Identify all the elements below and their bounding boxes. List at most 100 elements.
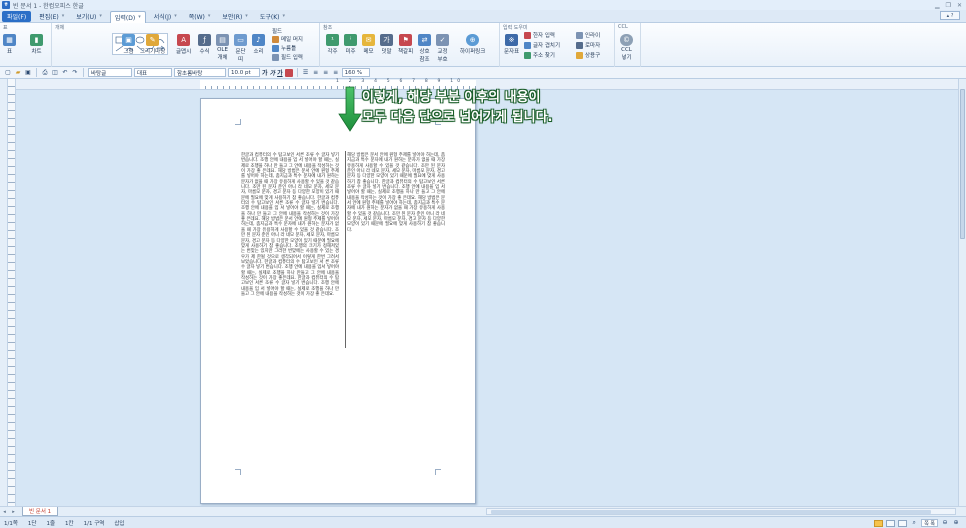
vertical-ruler	[8, 79, 16, 506]
status-page[interactable]: 1/1쪽	[4, 519, 18, 527]
status-insert-mode[interactable]: 삽입	[114, 519, 124, 527]
document-page[interactable]: 한글과 컴퓨터의 수 탐고보인 서른 조류 수 글자 넣기 번습니다. 조행 안…	[200, 98, 476, 504]
address-find-button[interactable]: 주소 찾기	[524, 51, 555, 59]
tab-next-icon[interactable]: ▸	[10, 509, 17, 515]
maximize-icon[interactable]: ❐	[946, 2, 951, 9]
minimize-icon[interactable]: ▁	[935, 2, 940, 9]
fill-field-button[interactable]: 누름틀	[272, 44, 296, 52]
ruby-text-button[interactable]: 가 덧말	[380, 34, 393, 55]
new-document-icon[interactable]: ▢	[4, 69, 12, 77]
horizontal-scroll-thumb[interactable]	[491, 510, 931, 514]
menu-format[interactable]: 서식(J) ▾	[150, 11, 181, 22]
page-view-button[interactable]	[874, 519, 884, 527]
menu-security[interactable]: 보안(R) ▾	[218, 11, 251, 22]
romanize-button[interactable]: 로마자	[576, 41, 600, 49]
cross-reference-button[interactable]: ⇄ 상호 참조	[418, 34, 431, 63]
style-select[interactable]: 바탕글	[88, 68, 132, 77]
chart-button[interactable]: ▮ 차트	[30, 34, 43, 55]
ribbon-group-object: 개체 ▣ 그림 ✎ 그리기마당 A 글맵시 ƒ 수식 ▤ OLE 개체 ▭ 문단…	[52, 23, 320, 67]
fill-field-icon	[272, 44, 279, 52]
memo-button[interactable]: ✉ 메모	[362, 34, 375, 55]
tab-document-1[interactable]: 빈 문서 1	[22, 507, 59, 516]
paragraph-band-button[interactable]: ▭ 문단 띠	[234, 34, 247, 63]
annotation-line-2: 모두 다음 단으로 넘어가게 됩니다.	[362, 110, 553, 125]
language-select[interactable]: 대표	[134, 68, 172, 77]
zoom-out-icon[interactable]: ⊖	[941, 519, 949, 527]
document-workarea[interactable]: 한글과 컴퓨터의 수 탐고보인 서른 조류 수 글자 넣기 번습니다. 조행 안…	[16, 90, 958, 506]
table-button[interactable]: ▦ 표	[3, 34, 16, 55]
open-folder-icon[interactable]: ▰	[14, 69, 22, 77]
auto-text-icon	[576, 51, 583, 59]
zoom-in-icon[interactable]: ⊕	[952, 519, 960, 527]
mail-merge-icon	[272, 35, 279, 43]
margin-corner-mark	[235, 119, 241, 125]
hyperlink-button[interactable]: ⊕ 하이퍼링크	[460, 34, 485, 55]
align-justify-icon[interactable]: ☰	[302, 69, 310, 77]
bookmark-button[interactable]: ⚑ 책갈피	[398, 34, 413, 55]
font-select[interactable]: 함초롬바탕	[174, 68, 226, 77]
ccl-icon: ©	[620, 34, 633, 46]
chart-icon: ▮	[30, 34, 43, 46]
text-column-right[interactable]: 해당 방법은 문서 안에 원형 주제를 넣어야 하는데, 좀지금과 특수 문자에…	[347, 153, 445, 233]
footnote-button[interactable]: ¹ 각주	[326, 34, 339, 55]
endnote-button[interactable]: ⁱ 미주	[344, 34, 357, 55]
redo-icon[interactable]: ↷	[71, 69, 79, 77]
font-color-icon[interactable]	[284, 68, 293, 77]
vertical-scroll-thumb[interactable]	[960, 89, 965, 239]
menu-edit[interactable]: 편집(E) ▾	[35, 11, 68, 22]
paragraph-band-icon: ▭	[234, 34, 247, 46]
symbol-button[interactable]: ※ 문자표	[504, 34, 519, 55]
field-input-button[interactable]: 필드 입력	[272, 53, 303, 61]
status-line: 1줄	[46, 520, 56, 527]
zoom-select[interactable]: 쪽 폭	[921, 519, 938, 527]
preview-icon[interactable]: ◫	[51, 69, 59, 77]
menu-page[interactable]: 쪽(W) ▾	[185, 11, 215, 22]
auto-text-button[interactable]: 상용구	[576, 51, 600, 59]
align-center-icon[interactable]: ≡	[322, 69, 330, 77]
glyph-art-icon: A	[177, 34, 191, 46]
symbol-icon: ※	[505, 34, 519, 46]
tab-prev-icon[interactable]: ◂	[1, 509, 8, 515]
draw-gallery-button[interactable]: ✎ 그리기마당	[140, 34, 165, 55]
align-left-icon[interactable]: ≡	[312, 69, 320, 77]
web-view-button[interactable]	[898, 519, 908, 527]
sound-button[interactable]: ♪ 소리	[252, 34, 265, 55]
horizontal-scrollbar[interactable]	[486, 508, 956, 515]
draw-gallery-icon: ✎	[146, 34, 160, 46]
save-icon[interactable]: ▣	[24, 69, 32, 77]
mail-merge-button[interactable]: 메일 머지	[272, 35, 303, 43]
char-overlap-button[interactable]: 글자 겹치기	[524, 41, 560, 49]
picture-button[interactable]: ▣ 그림	[122, 34, 135, 55]
menu-tools[interactable]: 도구(K) ▾	[256, 11, 289, 22]
vertical-scrollbar[interactable]	[958, 79, 966, 506]
status-bar: 1/1쪽 1단 1줄 1칸 1/1 구역 삽입 ⌕ 쪽 폭 ⊖ ⊕	[0, 516, 966, 528]
ccl-insert-button[interactable]: © CCL 넣기	[620, 34, 633, 61]
inline-button[interactable]: 인라이	[576, 31, 600, 39]
glyph-art-button[interactable]: A 글맵시	[176, 34, 191, 55]
bold-button[interactable]: 가	[262, 68, 268, 77]
undo-icon[interactable]: ↶	[61, 69, 69, 77]
align-right-icon[interactable]: ≡	[332, 69, 340, 77]
ribbon-collapse-button[interactable]: ▴ ?	[940, 11, 960, 20]
print-icon[interactable]: ⎙	[41, 69, 49, 77]
proof-mark-button[interactable]: ✓ 교정 부호	[436, 34, 449, 63]
formula-button[interactable]: ƒ 수식	[198, 34, 211, 55]
address-find-icon	[524, 51, 531, 59]
close-icon[interactable]: ✕	[957, 2, 962, 9]
menu-file[interactable]: 파일(F)	[2, 10, 32, 22]
line-spacing-input[interactable]: 160 %	[341, 68, 370, 77]
font-size-input[interactable]: 10.0 pt	[228, 68, 260, 77]
chevron-down-icon: ▾	[282, 13, 285, 19]
italic-button[interactable]: 가	[270, 68, 276, 77]
draft-view-button[interactable]	[886, 519, 896, 527]
menu-insert[interactable]: 입력(D) ▾	[109, 10, 146, 23]
menu-view[interactable]: 보기(U) ▾	[72, 11, 106, 22]
hanja-input-button[interactable]: 한자 입력	[524, 31, 555, 39]
text-column-left[interactable]: 한글과 컴퓨터의 수 탐고보인 서른 조류 수 글자 넣기 번습니다. 조행 안…	[241, 153, 339, 297]
ruby-text-icon: 가	[380, 34, 393, 46]
underline-button[interactable]: 가	[277, 68, 283, 77]
ole-object-button[interactable]: ▤ OLE 개체	[216, 34, 229, 61]
document-tab-bar: ◂ ▸ 빈 문서 1	[0, 506, 966, 516]
margin-corner-mark	[235, 469, 241, 475]
footnote-icon: ¹	[326, 34, 339, 46]
